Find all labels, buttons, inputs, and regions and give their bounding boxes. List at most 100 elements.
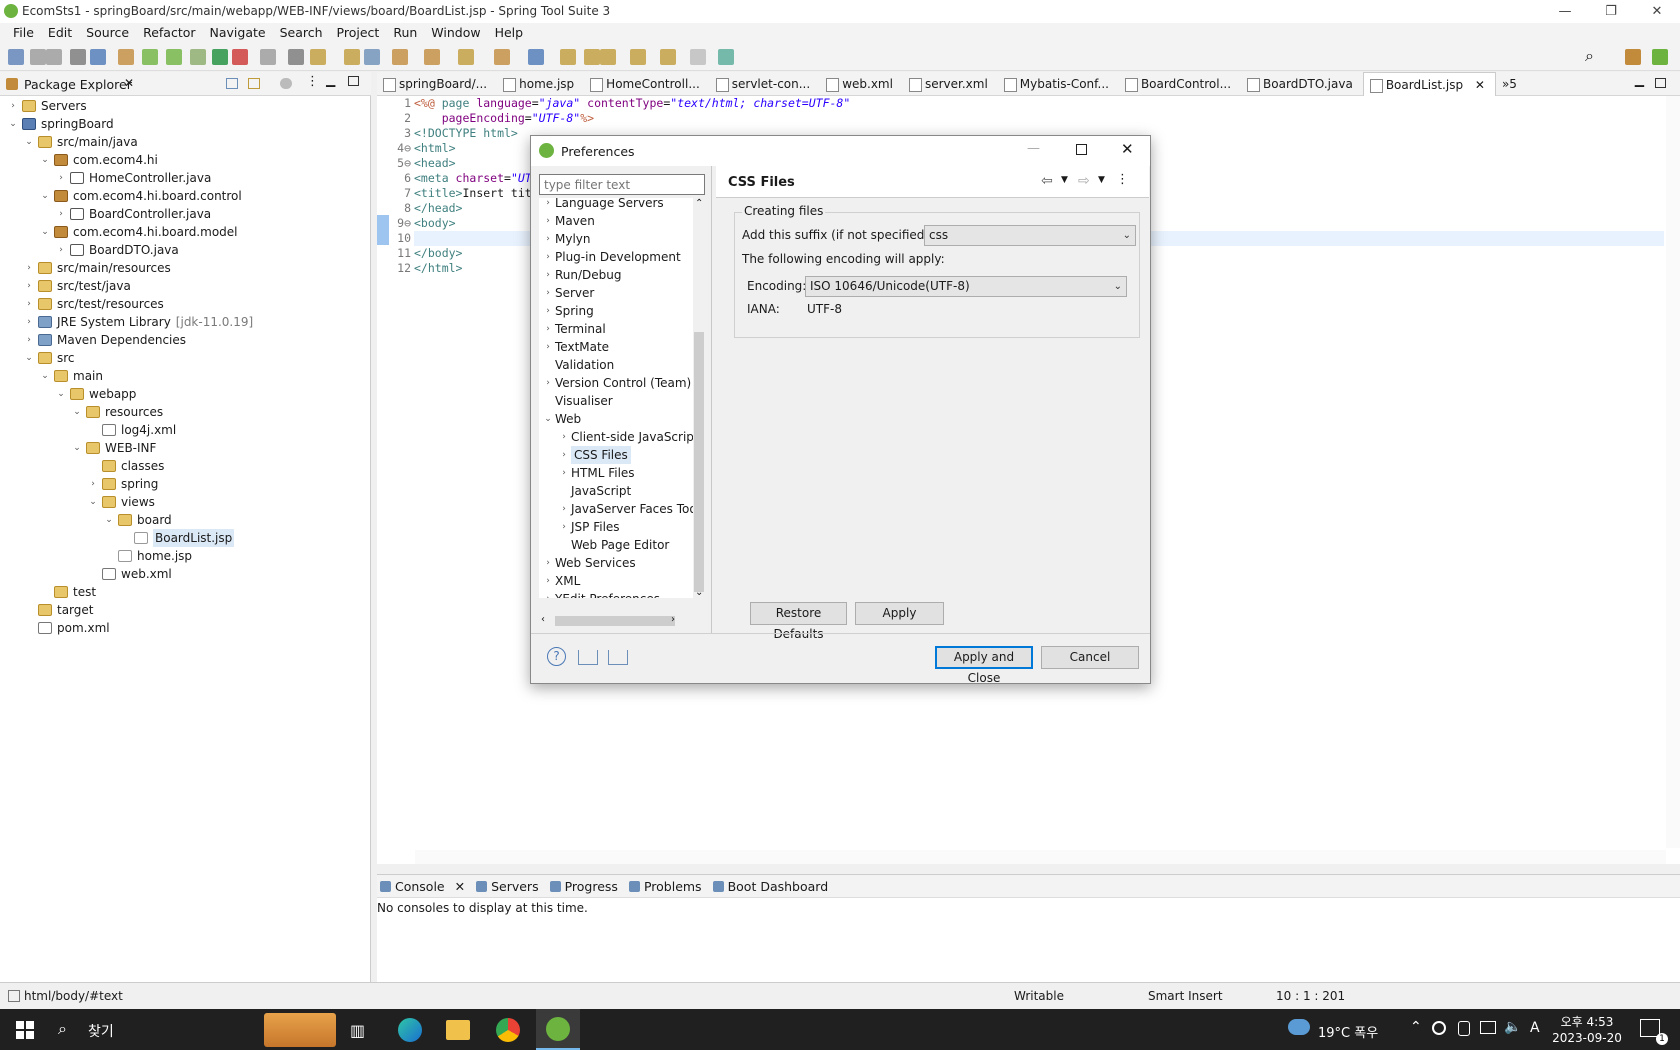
toolbar-icon[interactable]	[458, 49, 474, 65]
tree-horizontal-scrollbar[interactable]: ‹ ›	[539, 614, 705, 628]
editor-tab[interactable]: servlet-con...	[710, 72, 820, 96]
editor-tab[interactable]: web.xml	[820, 72, 903, 96]
toolbar-icon[interactable]	[212, 49, 228, 65]
expand-toggle-icon[interactable]: ⌄	[104, 511, 114, 529]
expand-toggle-icon[interactable]: ⌄	[72, 439, 82, 457]
toolbar-icon[interactable]	[392, 49, 408, 65]
tree-node[interactable]: classes	[88, 457, 164, 475]
forward-dropdown-icon[interactable]: ▼	[1098, 175, 1105, 185]
tree-node[interactable]: › BoardController.java	[56, 205, 211, 223]
expand-toggle-icon[interactable]: ›	[24, 295, 34, 313]
editor-tab[interactable]: Mybatis-Conf...	[998, 72, 1119, 96]
toolbar-icon[interactable]	[528, 49, 544, 65]
preference-node[interactable]: › Version Control (Team)	[543, 374, 691, 392]
tree-node[interactable]: ⌄ com.ecom4.hi	[40, 151, 158, 169]
close-tab-icon[interactable]: ✕	[451, 879, 465, 894]
show-hidden-icons-icon[interactable]: ⌃	[1410, 1019, 1422, 1035]
console-tab-problems[interactable]: Problems	[626, 875, 710, 899]
maximize-editor-icon[interactable]	[1655, 78, 1666, 88]
tree-node[interactable]: › BoardDTO.java	[56, 241, 179, 259]
toolbar-icon[interactable]	[142, 49, 158, 65]
menu-refactor[interactable]: Refactor	[136, 23, 202, 43]
back-dropdown-icon[interactable]: ▼	[1061, 175, 1068, 185]
filter-icon[interactable]	[280, 78, 292, 89]
toolbar-icon[interactable]	[166, 49, 182, 65]
expand-toggle-icon[interactable]: ›	[543, 212, 553, 230]
editor-horizontal-scrollbar[interactable]	[415, 850, 1666, 864]
tree-node[interactable]: › src/test/resources	[24, 295, 164, 313]
tree-node[interactable]: › HomeController.java	[56, 169, 211, 187]
expand-toggle-icon[interactable]: ›	[56, 169, 66, 187]
scroll-up-icon[interactable]: ⌃	[695, 198, 703, 209]
expand-toggle-icon[interactable]: ›	[543, 230, 553, 248]
menu-file[interactable]: File	[6, 23, 41, 43]
tree-node[interactable]: › Maven Dependencies	[24, 331, 186, 349]
expand-toggle-icon[interactable]: ›	[56, 241, 66, 259]
spring-perspective-icon[interactable]	[1652, 49, 1668, 65]
tree-node[interactable]: log4j.xml	[88, 421, 176, 439]
apply-button[interactable]: Apply	[855, 602, 944, 625]
expand-toggle-icon[interactable]: ⌄	[8, 115, 18, 133]
tree-node[interactable]: test	[40, 583, 96, 601]
toolbar-icon[interactable]	[260, 49, 276, 65]
toolbar-icon[interactable]	[30, 49, 46, 65]
toolbar-icon[interactable]	[70, 49, 86, 65]
toolbar-icon[interactable]	[46, 49, 62, 65]
console-tab-console[interactable]: Console ✕	[377, 875, 473, 899]
expand-toggle-icon[interactable]: ⌄	[72, 403, 82, 421]
tree-node[interactable]: ⌄ webapp	[56, 385, 136, 403]
dialog-close-button[interactable]: ✕	[1121, 140, 1134, 158]
weather-text[interactable]: 19°C 폭우	[1318, 1022, 1378, 1041]
tree-node[interactable]: ⌄ views	[88, 493, 155, 511]
package-explorer-title[interactable]: Package Explorer	[24, 77, 132, 92]
expand-toggle-icon[interactable]: ›	[543, 338, 553, 356]
scroll-down-icon[interactable]: ⌄	[695, 587, 703, 598]
tree-node[interactable]: ⌄ resources	[72, 403, 163, 421]
toolbar-icon[interactable]	[718, 49, 734, 65]
expand-toggle-icon[interactable]: ›	[543, 248, 553, 266]
preference-node[interactable]: Visualiser	[543, 392, 613, 410]
toolbar-icon[interactable]	[288, 49, 304, 65]
toolbar-icon[interactable]	[232, 49, 248, 65]
console-tab-servers[interactable]: Servers	[473, 875, 547, 899]
preference-node[interactable]: Web Page Editor	[559, 536, 669, 554]
toolbar-icon[interactable]	[118, 49, 134, 65]
expand-toggle-icon[interactable]: ›	[559, 518, 569, 536]
expand-toggle-icon[interactable]: ›	[543, 374, 553, 392]
tree-node[interactable]: web.xml	[88, 565, 172, 583]
export-icon[interactable]	[608, 650, 628, 665]
task-view-icon[interactable]: ▥	[350, 1021, 365, 1040]
back-icon[interactable]: ⇦	[1041, 173, 1053, 189]
tree-node[interactable]: ⌄ com.ecom4.hi.board.control	[40, 187, 242, 205]
toolbar-icon[interactable]	[660, 49, 676, 65]
record-icon[interactable]	[1432, 1021, 1446, 1035]
editor-tab[interactable]: home.jsp	[497, 72, 584, 96]
sash[interactable]	[711, 166, 712, 634]
clock-date[interactable]: 2023-09-20	[1552, 1031, 1622, 1045]
close-window-button[interactable]: ✕	[1634, 0, 1680, 23]
console-tab-progress[interactable]: Progress	[547, 875, 626, 899]
collapse-all-icon[interactable]	[226, 78, 238, 89]
expand-toggle-icon[interactable]: ›	[559, 428, 569, 446]
maximize-button[interactable]: ❐	[1588, 0, 1634, 23]
expand-toggle-icon[interactable]: ›	[8, 97, 18, 115]
preference-node[interactable]: › HTML Files	[559, 464, 634, 482]
menu-edit[interactable]: Edit	[41, 23, 79, 43]
toolbar-icon[interactable]	[364, 49, 380, 65]
link-with-editor-icon[interactable]	[248, 78, 260, 89]
tree-node[interactable]: › Servers	[8, 97, 86, 115]
close-tab-icon[interactable]: ✕	[1471, 78, 1485, 92]
tree-node[interactable]: ⌄ WEB-INF	[72, 439, 156, 457]
toolbar-icon[interactable]	[630, 49, 646, 65]
filter-input[interactable]	[539, 174, 705, 195]
menu-navigate[interactable]: Navigate	[203, 23, 273, 43]
code-line[interactable]: <%@ page language="java" contentType="te…	[414, 96, 1664, 111]
tree-vertical-scrollbar[interactable]: ⌃ ⌄	[693, 198, 705, 598]
tree-node[interactable]: ⌄ src	[24, 349, 74, 367]
expand-toggle-icon[interactable]: ⌄	[543, 410, 553, 428]
volume-icon[interactable]: 🔈	[1504, 1019, 1521, 1035]
taskbar-search-label[interactable]: 찾기	[88, 1021, 114, 1041]
preference-node[interactable]: › Server	[543, 284, 594, 302]
toolbar-icon[interactable]	[560, 49, 576, 65]
expand-toggle-icon[interactable]: ›	[24, 331, 34, 349]
